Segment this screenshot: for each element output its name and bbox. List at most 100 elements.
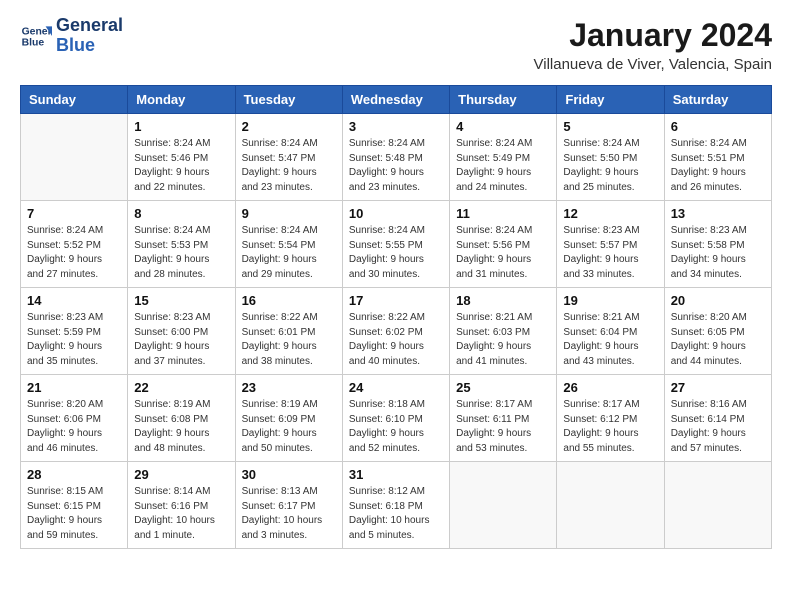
day-number: 28 [27,467,121,482]
calendar-cell: 31 Sunrise: 8:12 AMSunset: 6:18 PMDayligh… [342,462,449,549]
day-info: Sunrise: 8:21 AMSunset: 6:03 PMDaylight:… [456,311,550,369]
day-info: Sunrise: 8:20 AMSunset: 6:06 PMDaylight:… [27,398,121,456]
column-header-monday: Monday [128,86,235,114]
calendar-cell: 26Sunrise: 8:17 AMSunset: 6:12 PMDayligh… [557,375,664,462]
day-info: Sunrise: 8:24 AMSunset: 5:55 PMDaylight:… [349,224,443,282]
column-header-tuesday: Tuesday [235,86,342,114]
day-number: 13 [671,206,765,221]
calendar-cell: 21 Sunrise: 8:20 AMSunset: 6:06 PMDayligh… [21,375,128,462]
day-info: Sunrise: 8:24 AMSunset: 5:56 PMDaylight:… [456,224,550,282]
logo-text-blue: Blue [56,36,123,56]
calendar-week-row: 1 Sunrise: 8:24 AMSunset: 5:46 PMDaylight… [21,114,772,201]
calendar-cell: 12 Sunrise: 8:23 AMSunset: 5:57 PMDayligh… [557,201,664,288]
day-number: 22 [134,380,228,395]
column-header-sunday: Sunday [21,86,128,114]
day-info: Sunrise: 8:23 AMSunset: 6:00 PMDaylight:… [134,311,228,369]
day-number: 20 [671,293,765,308]
calendar-cell: 19Sunrise: 8:21 AMSunset: 6:04 PMDayligh… [557,288,664,375]
day-info: Sunrise: 8:24 AMSunset: 5:46 PMDaylight:… [134,137,228,195]
day-number: 11 [456,206,550,221]
calendar-cell: 17 Sunrise: 8:22 AMSunset: 6:02 PMDayligh… [342,288,449,375]
calendar-cell: 20Sunrise: 8:20 AMSunset: 6:05 PMDayligh… [664,288,771,375]
svg-text:Blue: Blue [22,37,45,48]
calendar-cell: 4Sunrise: 8:24 AMSunset: 5:49 PMDaylight… [450,114,557,201]
calendar-cell: 3 Sunrise: 8:24 AMSunset: 5:48 PMDaylight… [342,114,449,201]
day-number: 21 [27,380,121,395]
column-header-thursday: Thursday [450,86,557,114]
calendar-cell: 15Sunrise: 8:23 AMSunset: 6:00 PMDayligh… [128,288,235,375]
day-number: 16 [242,293,336,308]
day-info: Sunrise: 8:23 AMSunset: 5:57 PMDaylight:… [563,224,657,282]
calendar-cell: 28 Sunrise: 8:15 AMSunset: 6:15 PMDayligh… [21,462,128,549]
calendar-week-row: 21 Sunrise: 8:20 AMSunset: 6:06 PMDayligh… [21,375,772,462]
day-info: Sunrise: 8:13 AMSunset: 6:17 PMDaylight:… [242,485,336,543]
day-number: 30 [242,467,336,482]
subtitle: Villanueva de Viver, Valencia, Spain [534,56,773,73]
calendar-cell [557,462,664,549]
day-number: 23 [242,380,336,395]
calendar-cell: 5Sunrise: 8:24 AMSunset: 5:50 PMDaylight… [557,114,664,201]
calendar-cell: 2 Sunrise: 8:24 AMSunset: 5:47 PMDaylight… [235,114,342,201]
day-info: Sunrise: 8:14 AMSunset: 6:16 PMDaylight:… [134,485,228,543]
calendar-cell: 10Sunrise: 8:24 AMSunset: 5:55 PMDayligh… [342,201,449,288]
calendar-cell: 24 Sunrise: 8:18 AMSunset: 6:10 PMDayligh… [342,375,449,462]
day-info: Sunrise: 8:24 AMSunset: 5:47 PMDaylight:… [242,137,336,195]
day-number: 17 [349,293,443,308]
page-container: General Blue General Blue January 2024 V… [0,0,792,565]
calendar-cell [450,462,557,549]
day-info: Sunrise: 8:19 AMSunset: 6:08 PMDaylight:… [134,398,228,456]
calendar-cell: 8Sunrise: 8:24 AMSunset: 5:53 PMDaylight… [128,201,235,288]
day-info: Sunrise: 8:24 AMSunset: 5:48 PMDaylight:… [349,137,443,195]
day-info: Sunrise: 8:24 AMSunset: 5:52 PMDaylight:… [27,224,121,282]
day-number: 14 [27,293,121,308]
day-number: 27 [671,380,765,395]
calendar-cell [21,114,128,201]
day-number: 24 [349,380,443,395]
day-info: Sunrise: 8:12 AMSunset: 6:18 PMDaylight:… [349,485,443,543]
day-info: Sunrise: 8:23 AMSunset: 5:58 PMDaylight:… [671,224,765,282]
calendar-cell: 1 Sunrise: 8:24 AMSunset: 5:46 PMDaylight… [128,114,235,201]
day-number: 2 [242,119,336,134]
day-info: Sunrise: 8:22 AMSunset: 6:01 PMDaylight:… [242,311,336,369]
day-number: 18 [456,293,550,308]
day-number: 31 [349,467,443,482]
logo-text-general: General [56,16,123,36]
day-number: 12 [563,206,657,221]
main-title: January 2024 [534,16,773,54]
calendar-cell: 14Sunrise: 8:23 AMSunset: 5:59 PMDayligh… [21,288,128,375]
day-number: 9 [242,206,336,221]
page-header: General Blue General Blue January 2024 V… [20,16,772,73]
calendar-cell: 25Sunrise: 8:17 AMSunset: 6:11 PMDayligh… [450,375,557,462]
day-info: Sunrise: 8:17 AMSunset: 6:12 PMDaylight:… [563,398,657,456]
calendar-cell: 23 Sunrise: 8:19 AMSunset: 6:09 PMDayligh… [235,375,342,462]
logo-icon: General Blue [20,20,52,52]
day-info: Sunrise: 8:22 AMSunset: 6:02 PMDaylight:… [349,311,443,369]
calendar-week-row: 14Sunrise: 8:23 AMSunset: 5:59 PMDayligh… [21,288,772,375]
calendar-cell: 13 Sunrise: 8:23 AMSunset: 5:58 PMDayligh… [664,201,771,288]
day-number: 19 [563,293,657,308]
calendar-header-row: SundayMondayTuesdayWednesdayThursdayFrid… [21,86,772,114]
calendar-cell: 29 Sunrise: 8:14 AMSunset: 6:16 PMDayligh… [128,462,235,549]
day-number: 1 [134,119,228,134]
calendar-cell: 6 Sunrise: 8:24 AMSunset: 5:51 PMDaylight… [664,114,771,201]
day-number: 5 [563,119,657,134]
calendar-cell: 11 Sunrise: 8:24 AMSunset: 5:56 PMDayligh… [450,201,557,288]
day-number: 8 [134,206,228,221]
day-number: 29 [134,467,228,482]
day-number: 6 [671,119,765,134]
calendar-cell: 16 Sunrise: 8:22 AMSunset: 6:01 PMDayligh… [235,288,342,375]
day-number: 7 [27,206,121,221]
logo: General Blue General Blue [20,16,123,56]
day-info: Sunrise: 8:19 AMSunset: 6:09 PMDaylight:… [242,398,336,456]
column-header-friday: Friday [557,86,664,114]
calendar-week-row: 7 Sunrise: 8:24 AMSunset: 5:52 PMDaylight… [21,201,772,288]
calendar-cell: 30 Sunrise: 8:13 AMSunset: 6:17 PMDayligh… [235,462,342,549]
day-info: Sunrise: 8:24 AMSunset: 5:51 PMDaylight:… [671,137,765,195]
calendar-cell: 27Sunrise: 8:16 AMSunset: 6:14 PMDayligh… [664,375,771,462]
day-info: Sunrise: 8:15 AMSunset: 6:15 PMDaylight:… [27,485,121,543]
column-header-wednesday: Wednesday [342,86,449,114]
day-info: Sunrise: 8:18 AMSunset: 6:10 PMDaylight:… [349,398,443,456]
title-section: January 2024 Villanueva de Viver, Valenc… [534,16,773,73]
day-info: Sunrise: 8:24 AMSunset: 5:54 PMDaylight:… [242,224,336,282]
day-number: 3 [349,119,443,134]
